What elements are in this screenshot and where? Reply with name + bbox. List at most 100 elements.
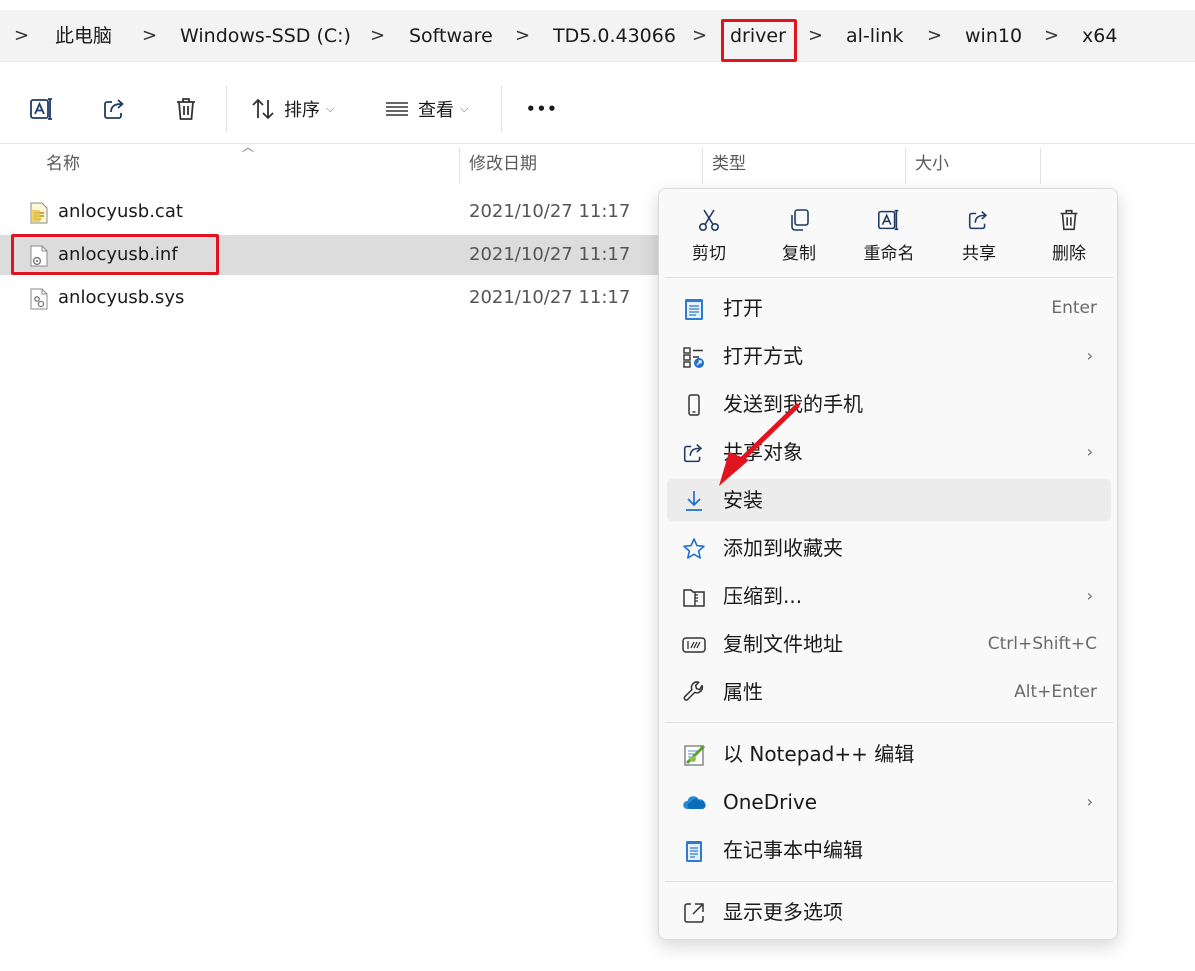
- chevron-right-icon: ›: [1086, 586, 1093, 605]
- more-icon: •••: [526, 100, 558, 118]
- breadcrumb-item-td[interactable]: TD5.0.43066: [553, 10, 676, 62]
- breadcrumb-chevron-icon[interactable]: >: [927, 10, 942, 62]
- delete-button[interactable]: [172, 92, 200, 126]
- copy-path-icon: [682, 637, 706, 653]
- column-header-size[interactable]: 大小: [915, 150, 949, 182]
- share-button[interactable]: [101, 92, 129, 126]
- file-name: anlocyusb.sys: [58, 287, 185, 308]
- menu-item-label: 发送到我的手机: [723, 392, 863, 416]
- chevron-right-icon: ›: [1086, 346, 1093, 365]
- menu-item-properties[interactable]: 属性 Alt+Enter: [667, 671, 1111, 713]
- notepad-open-icon: [685, 299, 703, 320]
- breadcrumb-chevron-icon[interactable]: >: [692, 10, 707, 62]
- delete-button[interactable]: 删除: [1029, 203, 1109, 269]
- file-date: 2021/10/27 11:17: [469, 201, 631, 222]
- menu-item-send-to-phone[interactable]: 发送到我的手机: [667, 383, 1111, 425]
- file-date: 2021/10/27 11:17: [469, 287, 631, 308]
- menu-item-label: 共享对象: [723, 440, 803, 464]
- rename-button[interactable]: [28, 92, 56, 126]
- menu-item-label: 打开方式: [723, 344, 803, 368]
- menu-item-open[interactable]: 打开 Enter: [667, 287, 1111, 329]
- share-icon: [683, 444, 703, 463]
- menu-item-add-to-favorites[interactable]: 添加到收藏夹: [667, 527, 1111, 569]
- menu-item-label: 以 Notepad++ 编辑: [723, 742, 915, 766]
- menu-item-label: OneDrive: [723, 790, 818, 814]
- menu-item-label: 显示更多选项: [723, 900, 843, 924]
- column-divider[interactable]: [1040, 148, 1041, 184]
- file-row[interactable]: anlocyusb.sys 2021/10/27 11:17: [0, 278, 660, 318]
- breadcrumb-item-drive[interactable]: Windows-SSD (C:): [180, 10, 351, 62]
- column-header-name[interactable]: 名称: [46, 150, 80, 182]
- delete-icon: [177, 98, 195, 120]
- share-icon: [104, 99, 124, 119]
- file-row[interactable]: anlocyusb.cat 2021/10/27 11:17: [0, 192, 660, 232]
- menu-item-label: 打开: [723, 296, 763, 320]
- chevron-right-icon: ›: [1086, 442, 1093, 461]
- annotation-highlight-driver: [721, 19, 797, 62]
- notepadpp-icon: [684, 744, 706, 766]
- menu-item-open-with[interactable]: 打开方式 ›: [667, 335, 1111, 377]
- menu-item-compress-to[interactable]: 压缩到... ›: [667, 575, 1111, 617]
- menu-separator: [665, 277, 1113, 278]
- share-icon: [968, 211, 988, 230]
- view-button[interactable]: 查看 ⌵: [384, 92, 468, 126]
- breadcrumb-item-win10[interactable]: win10: [965, 10, 1022, 62]
- more-options-button[interactable]: •••: [526, 92, 558, 126]
- menu-item-show-more-options[interactable]: 显示更多选项: [667, 891, 1111, 933]
- copy-label: 复制: [782, 244, 816, 264]
- menu-item-label: 在记事本中编辑: [723, 838, 863, 862]
- column-divider[interactable]: [905, 148, 906, 184]
- breadcrumb-item-x64[interactable]: x64: [1082, 10, 1117, 62]
- star-icon: [683, 538, 705, 559]
- share-label: 共享: [962, 244, 996, 264]
- sort-label: 排序: [284, 100, 320, 121]
- view-label: 查看: [418, 100, 454, 121]
- rename-button[interactable]: 重命名: [849, 203, 929, 269]
- breadcrumb-chevron-icon[interactable]: >: [142, 10, 157, 62]
- file-name: anlocyusb.cat: [58, 201, 183, 222]
- column-header-type[interactable]: 类型: [712, 150, 746, 182]
- menu-item-install[interactable]: 安装: [667, 479, 1111, 521]
- command-bar: 排序 ⌵ 查看 ⌵ •••: [0, 74, 1195, 144]
- menu-item-label: 压缩到...: [723, 584, 803, 608]
- menu-item-copy-path[interactable]: 复制文件地址 Ctrl+Shift+C: [667, 623, 1111, 665]
- chevron-right-icon: ›: [1086, 792, 1093, 811]
- breadcrumb-chevron-icon[interactable]: >: [370, 10, 385, 62]
- chevron-down-icon: ⌵: [326, 102, 335, 115]
- menu-item-edit-notepadpp[interactable]: 以 Notepad++ 编辑: [667, 733, 1111, 775]
- show-more-icon: [684, 903, 704, 923]
- view-icon: [386, 102, 408, 116]
- cut-label: 剪切: [692, 244, 726, 264]
- menu-item-shortcut: Alt+Enter: [1014, 682, 1097, 702]
- address-bar[interactable]: > 此电脑 > Windows-SSD (C:) > Software > TD…: [0, 10, 1195, 62]
- chevron-down-icon: ⌵: [460, 102, 469, 115]
- column-header-date[interactable]: 修改日期: [469, 150, 537, 182]
- menu-item-label: 属性: [723, 680, 763, 704]
- menu-separator: [665, 722, 1113, 723]
- column-divider[interactable]: [702, 148, 703, 184]
- breadcrumb-item-software[interactable]: Software: [409, 10, 493, 62]
- delete-label: 删除: [1052, 244, 1086, 264]
- wrench-icon: [683, 681, 704, 701]
- breadcrumb-root-chevron-icon[interactable]: >: [14, 10, 29, 62]
- breadcrumb-chevron-icon[interactable]: >: [808, 10, 823, 62]
- menu-item-share-with[interactable]: 共享对象 ›: [667, 431, 1111, 473]
- copy-button[interactable]: 复制: [759, 203, 839, 269]
- breadcrumb-item-this-pc[interactable]: 此电脑: [55, 10, 112, 62]
- sort-ascending-indicator-icon: ︿: [242, 140, 255, 154]
- sort-button[interactable]: 排序 ⌵: [250, 92, 334, 126]
- phone-icon: [688, 394, 700, 416]
- cut-button[interactable]: 剪切: [669, 203, 749, 269]
- share-button[interactable]: 共享: [939, 203, 1019, 269]
- breadcrumb-chevron-icon[interactable]: >: [515, 10, 530, 62]
- menu-item-edit-notepad[interactable]: 在记事本中编辑: [667, 829, 1111, 871]
- menu-item-onedrive[interactable]: OneDrive ›: [667, 781, 1111, 823]
- catalog-file-icon: [30, 202, 48, 224]
- menu-item-label: 安装: [723, 488, 763, 512]
- onedrive-cloud-icon: [683, 796, 706, 809]
- breadcrumb-chevron-icon[interactable]: >: [1044, 10, 1059, 62]
- copy-icon: [791, 209, 809, 231]
- cut-icon: [698, 209, 720, 231]
- breadcrumb-item-al-link[interactable]: al-link: [846, 10, 903, 62]
- column-divider[interactable]: [459, 148, 460, 184]
